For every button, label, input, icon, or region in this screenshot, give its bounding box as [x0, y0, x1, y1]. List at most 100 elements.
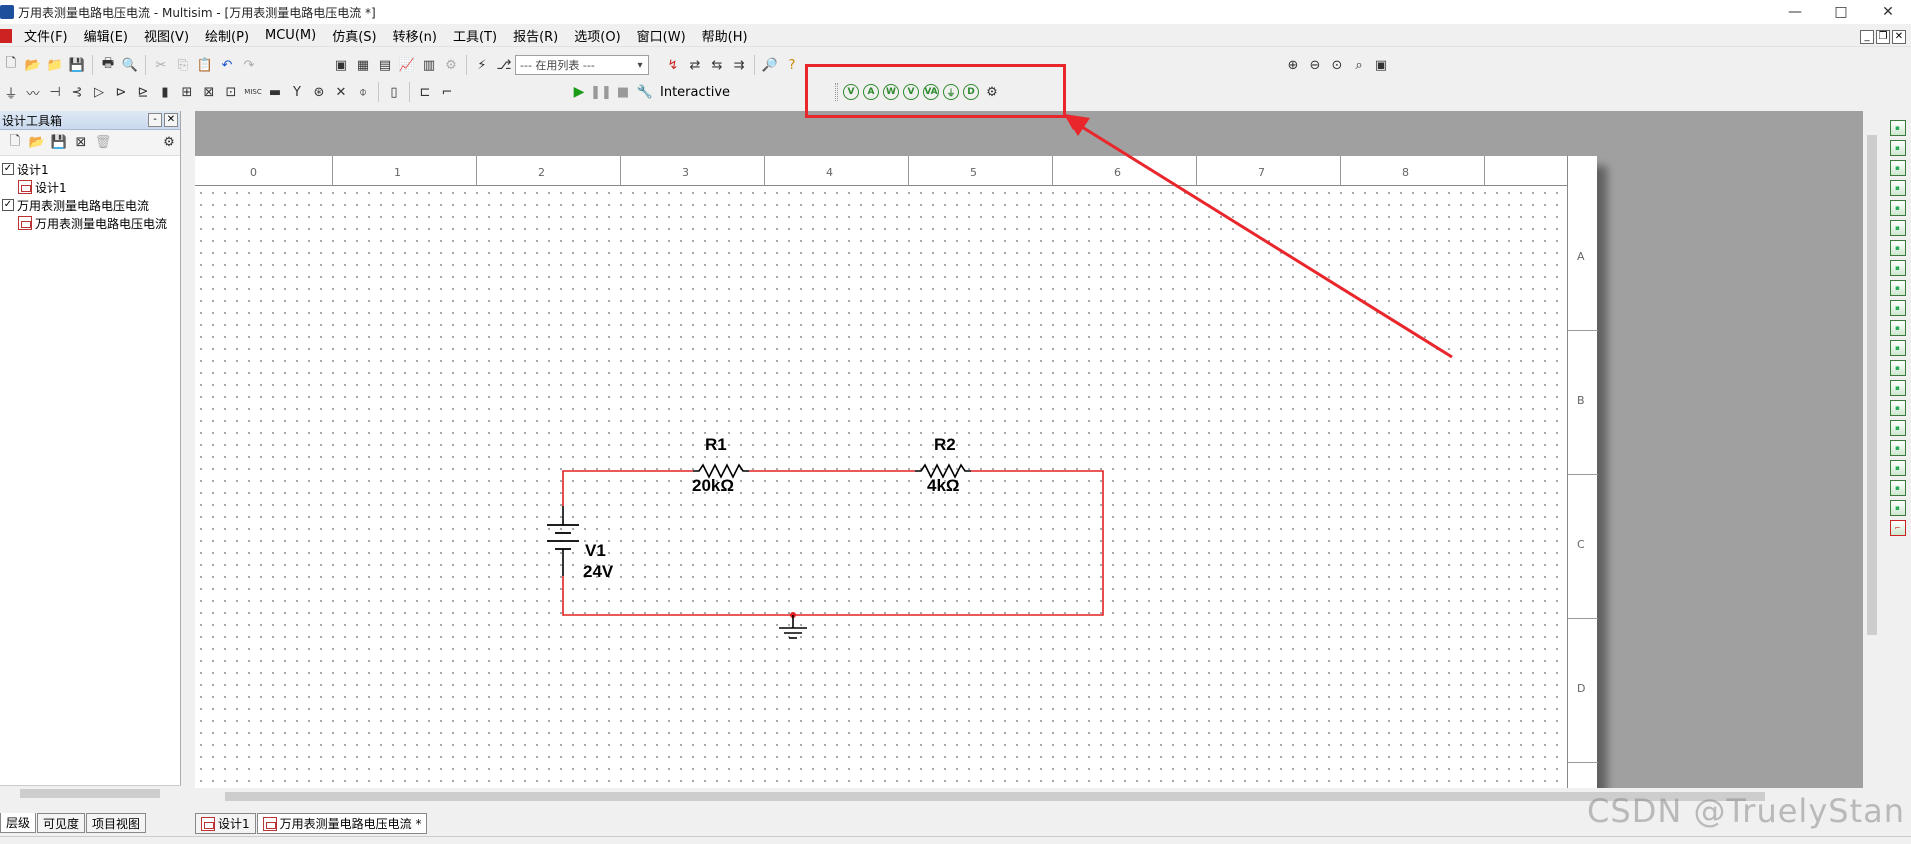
toolbox-pin-button[interactable]: -: [148, 113, 162, 127]
forward-annotate-icon[interactable]: ⇆: [707, 55, 727, 75]
print-preview-icon[interactable]: 🔍: [120, 55, 140, 75]
frequency-counter-icon[interactable]: ▪: [1889, 240, 1906, 256]
database-icon[interactable]: ▤: [375, 55, 395, 75]
tree-item-design1-sheet[interactable]: 设计1: [2, 178, 178, 196]
connector-component-icon[interactable]: ⌽: [353, 82, 373, 102]
maximize-button[interactable]: □: [1818, 0, 1864, 24]
toolbox-close-button[interactable]: ✕: [164, 113, 178, 127]
ttl-component-icon[interactable]: ⊳: [111, 82, 131, 102]
hierarchical-block-icon[interactable]: ▯: [384, 82, 404, 102]
bus-icon[interactable]: ⊏: [415, 82, 435, 102]
wire-icon[interactable]: ⌐: [437, 82, 457, 102]
misc-component-icon[interactable]: MISC: [243, 82, 263, 102]
toolbox-save-icon[interactable]: 💾: [49, 133, 69, 153]
distortion-analyzer-icon[interactable]: ▪: [1889, 340, 1906, 356]
rf-component-icon[interactable]: Y: [287, 82, 307, 102]
menu-reports[interactable]: 报告(R): [505, 26, 566, 45]
logic-analyzer-icon[interactable]: ▪: [1889, 300, 1906, 316]
tab-visibility[interactable]: 可见度: [37, 813, 86, 833]
full-screen-icon[interactable]: ▣: [1371, 55, 1391, 75]
menu-view[interactable]: 视图(V): [136, 26, 197, 45]
menu-simulate[interactable]: 仿真(S): [324, 26, 384, 45]
tab-project-view[interactable]: 项目视图: [86, 813, 147, 833]
network-analyzer-icon[interactable]: ▪: [1889, 380, 1906, 396]
resistor-r1-value[interactable]: 20kΩ: [692, 476, 734, 495]
diode-component-icon[interactable]: ⊣: [45, 82, 65, 102]
wire-right-bottom[interactable]: [562, 470, 1104, 616]
erc-icon[interactable]: ⚙: [441, 55, 461, 75]
doc-tab-design1[interactable]: 设计1: [195, 813, 256, 834]
oscilloscope-icon[interactable]: ▪: [1889, 180, 1906, 196]
help-icon[interactable]: ?: [782, 55, 802, 75]
minimize-button[interactable]: —: [1772, 0, 1818, 24]
toolbox-new-icon[interactable]: 🗋: [5, 133, 25, 153]
menu-options[interactable]: 选项(O): [566, 26, 628, 45]
menu-place[interactable]: 绘制(P): [197, 26, 257, 45]
current-clamp-icon[interactable]: ⌐: [1889, 520, 1906, 536]
cut-icon[interactable]: ✂: [151, 55, 171, 75]
toolbox-settings-icon[interactable]: ⚙: [159, 133, 179, 153]
tektronix-oscilloscope-icon[interactable]: ▪: [1889, 460, 1906, 476]
toolbox-horizontal-scrollbar[interactable]: [0, 785, 181, 801]
tree-item-multimeter-circuit[interactable]: ✓ 万用表测量电路电压电流: [2, 196, 178, 214]
print-icon[interactable]: 🖶: [98, 55, 118, 75]
pause-simulation-icon[interactable]: ❚❚: [590, 82, 612, 102]
menu-file[interactable]: 文件(F): [16, 26, 76, 45]
resistor-r2-name[interactable]: R2: [934, 435, 956, 454]
tree-item-design1[interactable]: ✓ 设计1: [2, 160, 178, 178]
schematic-sheet[interactable]: 012345678 ABCD R1 20kΩ R2 4kΩ V1 24V: [195, 156, 1598, 788]
source-v1-name[interactable]: V1: [585, 541, 606, 560]
logic-converter-icon[interactable]: ▪: [1889, 280, 1906, 296]
source-v1-value[interactable]: 24V: [583, 562, 614, 581]
source-component-icon[interactable]: ⏚: [1, 82, 21, 102]
find-icon[interactable]: 🔎: [760, 55, 780, 75]
mdi-close-button[interactable]: ✕: [1892, 30, 1906, 44]
redo-icon[interactable]: ↷: [239, 55, 259, 75]
probe-icon[interactable]: ↯: [663, 55, 683, 75]
toolbox-toggle-icon[interactable]: ▣: [331, 55, 351, 75]
paste-icon[interactable]: 📋: [195, 55, 215, 75]
interactive-mode-label[interactable]: Interactive: [660, 85, 730, 100]
run-simulation-icon[interactable]: ▶: [569, 82, 589, 102]
open-folder-icon[interactable]: 📂: [23, 55, 43, 75]
cmos-component-icon[interactable]: ⊵: [133, 82, 153, 102]
undo-icon[interactable]: ↶: [217, 55, 237, 75]
basic-component-icon[interactable]: 〰: [23, 82, 43, 102]
tree-item-multimeter-circuit-sheet[interactable]: 万用表测量电路电压电流: [2, 214, 178, 232]
function-generator-icon[interactable]: ▪: [1889, 140, 1906, 156]
toolbox-open-icon[interactable]: 📂: [27, 133, 47, 153]
ni-elvis-icon[interactable]: ▪: [1889, 500, 1906, 516]
menu-mcu[interactable]: MCU(M): [257, 28, 324, 43]
zoom-in-icon[interactable]: ⊕: [1283, 55, 1303, 75]
zoom-out-icon[interactable]: ⊖: [1305, 55, 1325, 75]
mdi-minimize-button[interactable]: _: [1860, 30, 1874, 44]
labview-instrument-icon[interactable]: ▪: [1889, 480, 1906, 496]
save-icon[interactable]: 💾: [67, 55, 87, 75]
wire-left-top[interactable]: [562, 470, 693, 506]
menu-transfer[interactable]: 转移(n): [385, 26, 445, 45]
menu-edit[interactable]: 编辑(E): [76, 26, 136, 45]
transistor-component-icon[interactable]: ⊰: [67, 82, 87, 102]
menu-help[interactable]: 帮助(H): [694, 26, 756, 45]
spectrum-analyzer-icon[interactable]: ▪: [1889, 360, 1906, 376]
checkbox-icon[interactable]: ✓: [2, 199, 14, 211]
stop-simulation-icon[interactable]: ■: [613, 82, 633, 102]
four-channel-oscilloscope-icon[interactable]: ▪: [1889, 200, 1906, 216]
spreadsheet-icon[interactable]: ▦: [353, 55, 373, 75]
doc-tab-multimeter-circuit[interactable]: 万用表测量电路电压电流 *: [256, 813, 428, 834]
zoom-fit-icon[interactable]: ⌕: [1349, 55, 1369, 75]
advanced-peripherals-icon[interactable]: ▬: [265, 82, 285, 102]
mcu-component-icon[interactable]: ▮: [155, 82, 175, 102]
mdi-restore-button[interactable]: ❐: [1876, 30, 1890, 44]
transfer-icon[interactable]: ⇉: [729, 55, 749, 75]
grapher-icon[interactable]: 📈: [397, 55, 417, 75]
power-component-icon[interactable]: ⊡: [221, 82, 241, 102]
schematic-workspace[interactable]: 012345678 ABCD R1 20kΩ R2 4kΩ V1 24V: [195, 111, 1863, 788]
back-annotate-icon[interactable]: ⇄: [685, 55, 705, 75]
resistor-r1-name[interactable]: R1: [705, 435, 727, 454]
electromechanical-icon[interactable]: ⊛: [309, 82, 329, 102]
checkbox-icon[interactable]: ✓: [2, 163, 14, 175]
menu-window[interactable]: 窗口(W): [629, 26, 694, 45]
bode-plotter-icon[interactable]: ▪: [1889, 220, 1906, 236]
zoom-area-icon[interactable]: ⊙: [1327, 55, 1347, 75]
